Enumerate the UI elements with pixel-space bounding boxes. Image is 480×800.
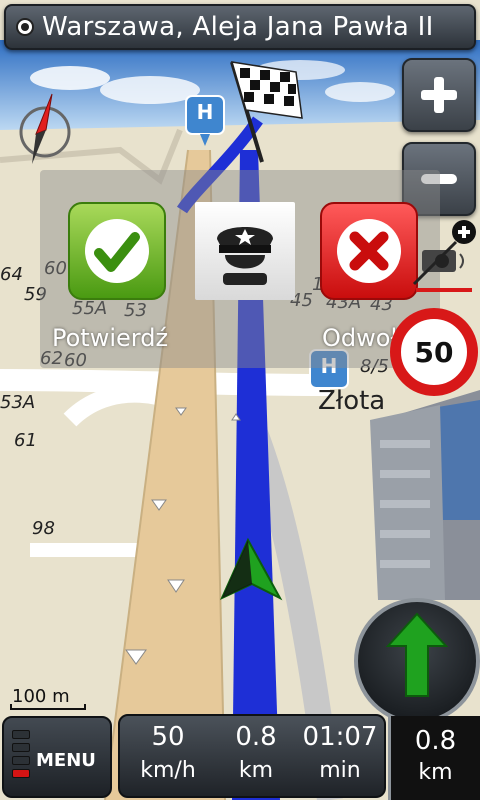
map-scale: 100 m xyxy=(8,686,88,712)
speed-camera-report-dialog: Potwierdź Odwołaj xyxy=(40,170,440,368)
current-speed: 50 km/h xyxy=(124,716,212,800)
speed-value: 50 xyxy=(151,722,185,752)
remaining-distance: 0.8 km xyxy=(212,716,300,800)
house-number: 98 xyxy=(32,518,55,539)
signal-bar xyxy=(12,769,30,778)
house-number: 64 xyxy=(0,264,23,285)
distance-value: 0.8 xyxy=(235,722,277,752)
speed-limit-value: 50 xyxy=(414,335,454,369)
menu-label: MENU xyxy=(36,750,96,771)
maneuver-indicator xyxy=(354,598,480,724)
confirm-label: Potwierdź xyxy=(52,324,169,352)
checkmark-icon xyxy=(85,219,149,283)
confirm-button[interactable] xyxy=(68,202,166,300)
menu-button[interactable]: MENU xyxy=(2,716,112,798)
house-number: 53A xyxy=(0,392,36,413)
trip-info-panel[interactable]: 50 km/h 0.8 km 01:07 min xyxy=(118,714,386,798)
speed-camera-icon xyxy=(412,220,476,292)
hotel-icon[interactable]: H xyxy=(188,100,222,124)
house-number: 61 xyxy=(14,430,37,451)
add-speed-camera-button[interactable] xyxy=(412,218,478,296)
x-icon xyxy=(337,219,401,283)
gps-signal-indicator xyxy=(12,730,30,782)
maneuver-distance-value: 0.8 xyxy=(414,726,457,756)
signal-bar xyxy=(12,756,30,765)
zoom-in-button[interactable] xyxy=(402,58,476,132)
maneuver-distance-unit: km xyxy=(418,760,453,785)
compass-button[interactable] xyxy=(12,90,78,168)
distance-unit: km xyxy=(238,758,274,783)
police-report-button[interactable] xyxy=(195,202,295,300)
speed-unit: km/h xyxy=(140,758,196,783)
speed-limit-sign: 50 xyxy=(390,308,478,396)
scale-bar xyxy=(10,704,86,710)
street-label: Złota xyxy=(318,386,386,416)
destination-address-bar[interactable]: Warszawa, Aleja Jana Pawła II xyxy=(4,4,476,50)
cancel-button[interactable] xyxy=(320,202,418,300)
location-dot-icon xyxy=(16,18,34,36)
next-maneuver-widget[interactable]: 0.8 km xyxy=(354,598,480,800)
signal-bar xyxy=(12,743,30,752)
plus-icon xyxy=(421,77,457,113)
police-officer-icon xyxy=(217,227,273,285)
maneuver-distance: 0.8 km xyxy=(388,716,480,800)
destination-address: Warszawa, Aleja Jana Pawła II xyxy=(42,12,434,42)
arrow-straight-icon xyxy=(385,612,449,697)
signal-bar xyxy=(12,730,30,739)
compass-icon xyxy=(19,93,71,164)
